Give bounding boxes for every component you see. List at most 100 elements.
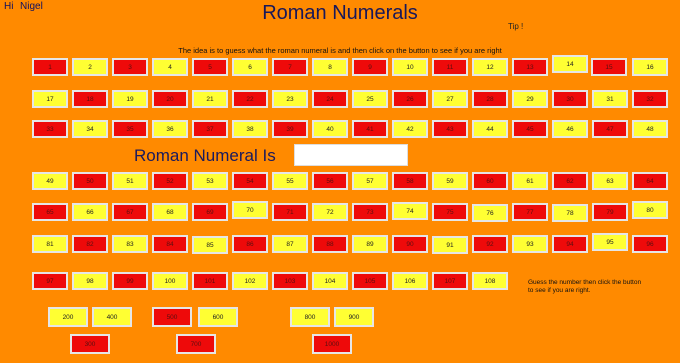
number-button-18[interactable]: 18 — [72, 90, 108, 108]
number-button-85[interactable]: 85 — [192, 236, 228, 254]
number-button-9[interactable]: 9 — [352, 58, 388, 76]
number-button-103[interactable]: 103 — [272, 272, 308, 290]
number-button-51[interactable]: 51 — [112, 172, 148, 190]
number-button-8[interactable]: 8 — [312, 58, 348, 76]
number-button-84[interactable]: 84 — [152, 235, 188, 253]
number-button-11[interactable]: 11 — [432, 58, 468, 76]
number-button-99[interactable]: 99 — [112, 272, 148, 290]
hundreds-button-700[interactable]: 700 — [176, 334, 216, 354]
number-button-64[interactable]: 64 — [632, 172, 668, 190]
number-button-6[interactable]: 6 — [232, 58, 268, 76]
number-button-25[interactable]: 25 — [352, 90, 388, 108]
number-button-29[interactable]: 29 — [512, 90, 548, 108]
number-button-31[interactable]: 31 — [592, 90, 628, 108]
number-button-58[interactable]: 58 — [392, 172, 428, 190]
number-button-91[interactable]: 91 — [432, 236, 468, 254]
number-button-61[interactable]: 61 — [512, 172, 548, 190]
number-button-54[interactable]: 54 — [232, 172, 268, 190]
number-button-89[interactable]: 89 — [352, 235, 388, 253]
number-button-27[interactable]: 27 — [432, 90, 468, 108]
number-button-47[interactable]: 47 — [592, 120, 628, 138]
number-button-38[interactable]: 38 — [232, 120, 268, 138]
number-button-26[interactable]: 26 — [392, 90, 428, 108]
number-button-104[interactable]: 104 — [312, 272, 348, 290]
number-button-106[interactable]: 106 — [392, 272, 428, 290]
hundreds-button-800[interactable]: 800 — [290, 307, 330, 327]
number-button-42[interactable]: 42 — [392, 120, 428, 138]
number-button-107[interactable]: 107 — [432, 272, 468, 290]
number-button-32[interactable]: 32 — [632, 90, 668, 108]
number-button-17[interactable]: 17 — [32, 90, 68, 108]
number-button-33[interactable]: 33 — [32, 120, 68, 138]
hundreds-button-400[interactable]: 400 — [92, 307, 132, 327]
number-button-82[interactable]: 82 — [72, 235, 108, 253]
number-button-45[interactable]: 45 — [512, 120, 548, 138]
number-button-88[interactable]: 88 — [312, 235, 348, 253]
number-button-13[interactable]: 13 — [512, 58, 548, 76]
number-button-15[interactable]: 15 — [591, 58, 627, 76]
number-button-71[interactable]: 71 — [272, 203, 308, 221]
number-button-43[interactable]: 43 — [432, 120, 468, 138]
number-button-34[interactable]: 34 — [72, 120, 108, 138]
number-button-21[interactable]: 21 — [192, 90, 228, 108]
number-button-80[interactable]: 80 — [632, 201, 668, 219]
answer-field[interactable] — [294, 144, 408, 166]
number-button-79[interactable]: 79 — [592, 203, 628, 221]
number-button-95[interactable]: 95 — [592, 233, 628, 251]
hundreds-button-1000[interactable]: 1000 — [312, 334, 352, 354]
number-button-69[interactable]: 69 — [192, 203, 228, 221]
number-button-16[interactable]: 16 — [632, 58, 668, 76]
number-button-12[interactable]: 12 — [472, 58, 508, 76]
number-button-52[interactable]: 52 — [152, 172, 188, 190]
number-button-2[interactable]: 2 — [72, 58, 108, 76]
number-button-108[interactable]: 108 — [472, 272, 508, 290]
number-button-96[interactable]: 96 — [632, 235, 668, 253]
number-button-98[interactable]: 98 — [72, 272, 108, 290]
number-button-97[interactable]: 97 — [32, 272, 68, 290]
number-button-10[interactable]: 10 — [392, 58, 428, 76]
number-button-77[interactable]: 77 — [512, 203, 548, 221]
number-button-37[interactable]: 37 — [192, 120, 228, 138]
number-button-5[interactable]: 5 — [192, 58, 228, 76]
number-button-70[interactable]: 70 — [232, 201, 268, 219]
number-button-24[interactable]: 24 — [312, 90, 348, 108]
number-button-35[interactable]: 35 — [112, 120, 148, 138]
number-button-78[interactable]: 78 — [552, 204, 588, 222]
number-button-40[interactable]: 40 — [312, 120, 348, 138]
number-button-30[interactable]: 30 — [552, 90, 588, 108]
number-button-57[interactable]: 57 — [352, 172, 388, 190]
number-button-83[interactable]: 83 — [112, 235, 148, 253]
number-button-73[interactable]: 73 — [352, 203, 388, 221]
number-button-48[interactable]: 48 — [632, 120, 668, 138]
number-button-44[interactable]: 44 — [472, 120, 508, 138]
number-button-46[interactable]: 46 — [552, 120, 588, 138]
number-button-39[interactable]: 39 — [272, 120, 308, 138]
number-button-23[interactable]: 23 — [272, 90, 308, 108]
number-button-74[interactable]: 74 — [392, 202, 428, 220]
number-button-105[interactable]: 105 — [352, 272, 388, 290]
number-button-28[interactable]: 28 — [472, 90, 508, 108]
number-button-55[interactable]: 55 — [272, 172, 308, 190]
number-button-36[interactable]: 36 — [152, 120, 188, 138]
number-button-20[interactable]: 20 — [152, 90, 188, 108]
number-button-68[interactable]: 68 — [152, 203, 188, 221]
number-button-81[interactable]: 81 — [32, 235, 68, 253]
hundreds-button-300[interactable]: 300 — [70, 334, 110, 354]
number-button-66[interactable]: 66 — [72, 203, 108, 221]
hundreds-button-500[interactable]: 500 — [152, 307, 192, 327]
number-button-65[interactable]: 65 — [32, 203, 68, 221]
number-button-101[interactable]: 101 — [192, 272, 228, 290]
number-button-67[interactable]: 67 — [112, 203, 148, 221]
number-button-53[interactable]: 53 — [192, 172, 228, 190]
number-button-50[interactable]: 50 — [72, 172, 108, 190]
hundreds-button-900[interactable]: 900 — [334, 307, 374, 327]
number-button-56[interactable]: 56 — [312, 172, 348, 190]
number-button-102[interactable]: 102 — [232, 272, 268, 290]
number-button-4[interactable]: 4 — [152, 58, 188, 76]
number-button-72[interactable]: 72 — [312, 203, 348, 221]
number-button-14[interactable]: 14 — [552, 55, 588, 73]
number-button-90[interactable]: 90 — [392, 235, 428, 253]
number-button-93[interactable]: 93 — [512, 235, 548, 253]
number-button-63[interactable]: 63 — [592, 172, 628, 190]
number-button-94[interactable]: 94 — [552, 235, 588, 253]
